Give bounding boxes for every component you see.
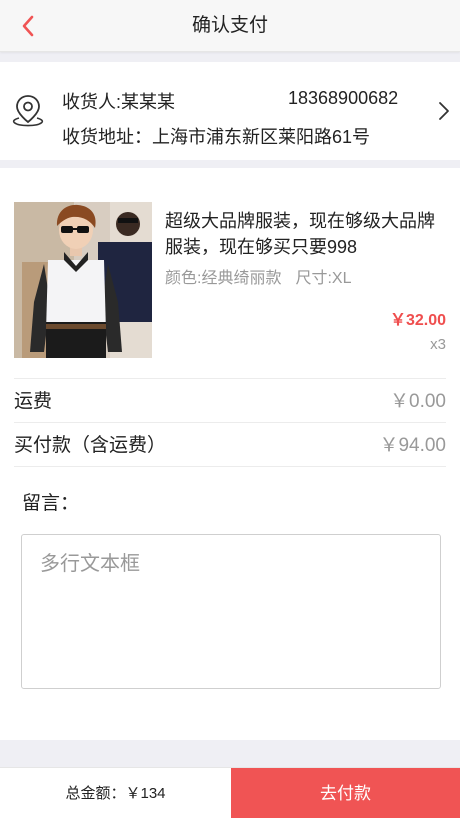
divider	[14, 378, 446, 379]
shipping-value: ￥0.00	[390, 391, 446, 412]
shipping-address-card[interactable]: 收货人:某某某 18368900682 收货地址：上海市浦东新区莱阳路61号	[0, 62, 460, 160]
order-section: 超级大品牌服装，现在够级大品牌服装，现在够买只要998 颜色:经典绮丽款 尺寸:X…	[0, 168, 460, 740]
divider	[14, 466, 446, 467]
shipping-row: 运费 ￥0.00	[14, 380, 446, 424]
recipient-name: 收货人:某某某	[62, 92, 176, 112]
product-quantity: x3	[430, 336, 446, 353]
top-bar: 确认支付	[0, 0, 460, 52]
product-price: ￥32.00	[389, 312, 446, 329]
product-color: 颜色:经典绮丽款	[165, 270, 282, 287]
message-label: 留言：	[22, 493, 80, 514]
recipient-phone: 18368900682	[288, 88, 399, 108]
divider	[14, 422, 446, 423]
page-title: 确认支付	[191, 15, 268, 36]
product-image	[14, 202, 152, 358]
pay-button[interactable]: 去付款	[231, 768, 460, 818]
actual-payment-value: ￥94.00	[379, 435, 446, 456]
actual-payment-label: 买付款（含运费）	[14, 435, 167, 456]
shipping-address: 收货地址：上海市浦东新区莱阳路61号	[62, 127, 371, 147]
shipping-label: 运费	[14, 391, 53, 412]
total-amount: 总金额：￥134	[65, 785, 166, 802]
product-size: 尺寸:XL	[295, 270, 352, 287]
chevron-right-icon	[439, 102, 449, 120]
product-attributes: 颜色:经典绮丽款 尺寸:XL	[165, 264, 351, 288]
location-pin-icon	[12, 95, 44, 127]
message-textarea[interactable]	[21, 534, 441, 689]
actual-payment-row: 买付款（含运费） ￥94.00	[14, 424, 446, 468]
bottom-bar: 总金额：￥134 去付款	[0, 767, 460, 818]
product-title: 超级大品牌服装，现在够级大品牌服装，现在够买只要998	[165, 211, 435, 257]
